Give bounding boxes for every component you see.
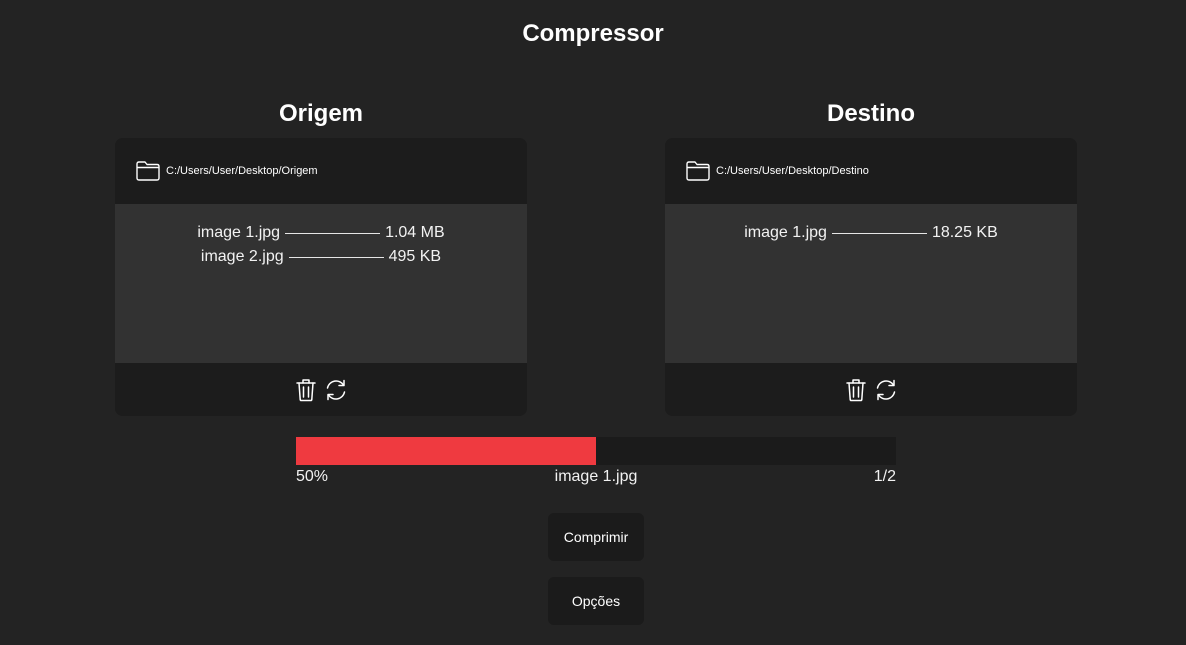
progress-labels: image 1.jpg 50% 1/2 (296, 467, 896, 487)
divider-line (831, 232, 927, 234)
source-panel: C:/Users/User/Desktop/Origem image 1.jpg… (115, 138, 527, 416)
refresh-icon[interactable] (324, 378, 348, 402)
progress-fill (296, 437, 596, 465)
destination-file-list: image 1.jpg 18.25 KB (665, 204, 1077, 363)
progress-bar (296, 437, 896, 465)
refresh-icon[interactable] (874, 378, 898, 402)
source-heading: Origem (278, 100, 364, 127)
source-path: C:/Users/User/Desktop/Origem (166, 165, 318, 177)
destination-panel: C:/Users/User/Desktop/Destino image 1.jp… (665, 138, 1077, 416)
folder-icon[interactable] (136, 161, 160, 181)
source-path-bar[interactable]: C:/Users/User/Desktop/Origem (115, 138, 527, 204)
progress-current-file: image 1.jpg (554, 468, 638, 485)
progress-percent: 50% (296, 468, 329, 485)
destination-path: C:/Users/User/Desktop/Destino (716, 165, 869, 177)
source-action-bar (115, 363, 527, 416)
folder-icon[interactable] (686, 161, 710, 181)
file-size: 18.25 KB (931, 224, 998, 241)
file-name: image 1.jpg (744, 224, 827, 241)
destination-heading: Destino (826, 100, 915, 127)
list-item: image 2.jpg 495 KB (115, 245, 527, 269)
file-size: 1.04 MB (385, 224, 445, 241)
divider-line (285, 232, 381, 234)
source-file-list: image 1.jpg 1.04 MB image 2.jpg 495 KB (115, 204, 527, 363)
file-size: 495 KB (388, 248, 442, 265)
options-button[interactable]: Opções (548, 577, 644, 625)
list-item: image 1.jpg 1.04 MB (115, 221, 527, 245)
progress-count: 1/2 (873, 468, 896, 485)
trash-icon[interactable] (844, 378, 868, 402)
destination-path-bar[interactable]: C:/Users/User/Desktop/Destino (665, 138, 1077, 204)
list-item: image 1.jpg 18.25 KB (665, 221, 1077, 245)
compress-button[interactable]: Comprimir (548, 513, 644, 561)
trash-icon[interactable] (294, 378, 318, 402)
app-title: Compressor (522, 20, 664, 47)
file-name: image 1.jpg (197, 224, 281, 241)
divider-line (288, 256, 384, 258)
file-name: image 2.jpg (200, 248, 284, 265)
destination-action-bar (665, 363, 1077, 416)
